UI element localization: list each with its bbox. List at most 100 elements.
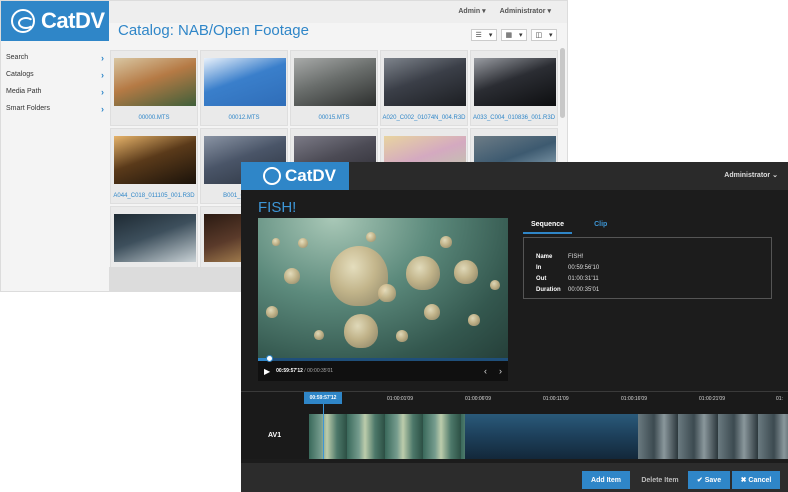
sidebar-item-label: Smart Folders: [6, 105, 50, 112]
add-item-button[interactable]: Add Item: [582, 471, 630, 489]
metadata-value: FISH!: [568, 253, 584, 260]
clip-filename[interactable]: A033_C004_010836_001.R3D: [471, 115, 557, 121]
save-button[interactable]: ✔ Save: [688, 471, 730, 489]
video-frame[interactable]: [258, 218, 508, 358]
jellyfish: [266, 306, 278, 318]
list-view-button[interactable]: ☰ ▾: [471, 29, 497, 41]
chevron-right-icon: ›: [101, 52, 104, 63]
video-player: ▶ 00:59:57'12 / 00:00:35'01 ‹ ›: [258, 218, 508, 381]
close-icon: ✖: [740, 477, 747, 484]
jellyfish: [298, 238, 308, 248]
save-label: Save: [704, 476, 722, 484]
tab-clip[interactable]: Clip: [590, 218, 611, 234]
metadata-row: Out 01:00:31'11: [536, 273, 771, 284]
clip-tile[interactable]: A044_C018_011105_001.R3D: [110, 128, 198, 204]
tab-sequence[interactable]: Sequence: [523, 218, 573, 234]
admin-menu-label: Admin: [458, 8, 481, 15]
track-label: AV1: [268, 432, 282, 439]
catalog-scrollbar[interactable]: [560, 48, 565, 118]
sidebar-item-label: Search: [6, 54, 29, 61]
catalog-logo[interactable]: CatDV: [1, 1, 109, 41]
timeline-clip[interactable]: [465, 414, 638, 459]
catdv-logo-icon: [11, 9, 35, 33]
cancel-button[interactable]: ✖ Cancel: [732, 471, 780, 489]
catalog-sidebar: Search › Catalogs › Media Path › Smart F…: [1, 49, 109, 117]
sidebar-item-search[interactable]: Search ›: [1, 49, 109, 66]
chevron-down-icon: ▾: [549, 32, 553, 39]
editor-logo[interactable]: CatDV: [241, 162, 349, 190]
timeline-clip[interactable]: [638, 414, 788, 459]
list-view-icon: ☰: [475, 32, 482, 39]
clip-thumbnail: [294, 58, 376, 106]
player-controls: ▶ 00:59:57'12 / 00:00:35'01 ‹ ›: [258, 361, 508, 381]
sidebar-item-smart-folders[interactable]: Smart Folders ›: [1, 100, 109, 117]
jellyfish: [424, 304, 440, 320]
timeline-tick-label: 01:00:06'09: [465, 396, 491, 402]
delete-item-button[interactable]: Delete Item: [637, 471, 683, 489]
clip-tile[interactable]: 00000.MTS: [110, 50, 198, 126]
clip-thumbnail: [474, 58, 556, 106]
chevron-down-icon: ▾: [519, 32, 523, 39]
chevron-right-icon: ›: [101, 86, 104, 97]
jellyfish: [366, 232, 376, 242]
clip-tile[interactable]: A033_C004_010836_001.R3D: [470, 50, 558, 126]
clip-filename[interactable]: 00000.MTS: [111, 115, 197, 121]
admin-menu[interactable]: Admin ▾: [458, 7, 485, 15]
clip-thumbnail: [114, 136, 196, 184]
metadata-value: 00:00:35'01: [568, 286, 600, 293]
catalog-logo-text: CatDV: [41, 8, 105, 33]
previous-frame-icon[interactable]: ‹: [484, 366, 487, 376]
editor-window: CatDV Administrator ⌄ FISH! ▶ 00:59:57'1…: [241, 162, 788, 492]
jellyfish: [406, 256, 440, 290]
editor-footer: Add Item Delete Item ✔ Save ✖ Cancel: [241, 463, 788, 492]
metadata-row: In 00:59:56'10: [536, 262, 771, 273]
metadata-value: 01:00:31'11: [568, 275, 599, 282]
editor-user-menu[interactable]: Administrator ⌄: [724, 171, 778, 179]
administrator-menu-label: Administrator: [499, 8, 546, 15]
panel-view-icon: ◫: [535, 32, 543, 39]
chevron-down-icon: ⌄: [772, 172, 778, 179]
timeline-tick-label: 01:: [776, 396, 783, 402]
jellyfish: [378, 284, 396, 302]
clip-filename[interactable]: A020_C002_01074N_004.R3D: [381, 115, 467, 121]
metadata-key: In: [536, 264, 542, 271]
playhead[interactable]: [323, 404, 324, 459]
next-frame-icon[interactable]: ›: [499, 366, 502, 376]
sidebar-item-catalogs[interactable]: Catalogs ›: [1, 66, 109, 83]
panel-view-button[interactable]: ◫ ▾: [531, 29, 557, 41]
catalog-user-menu: Admin ▾ Administrator ▾: [458, 7, 551, 15]
clip-tile[interactable]: 00015.MTS: [290, 50, 378, 126]
administrator-menu[interactable]: Administrator ▾: [500, 7, 551, 15]
play-icon[interactable]: ▶: [264, 367, 270, 376]
clip-thumbnail: [114, 214, 196, 262]
jellyfish: [396, 330, 408, 342]
cancel-label: Cancel: [748, 476, 772, 484]
jellyfish: [314, 330, 324, 340]
metadata-panel: Name FISH! In 00:59:56'10 Out 01:00:31'11 Dura…: [523, 237, 772, 299]
clip-tile[interactable]: 00012.MTS: [200, 50, 288, 126]
jellyfish: [440, 236, 452, 248]
clip-thumbnail: [204, 58, 286, 106]
metadata-key: Out: [536, 275, 547, 282]
chevron-right-icon: ›: [101, 69, 104, 80]
grid-view-icon: ▦: [505, 32, 513, 39]
sidebar-item-media-path[interactable]: Media Path ›: [1, 83, 109, 100]
clip-tile[interactable]: A020_C002_01074N_004.R3D: [380, 50, 468, 126]
clip-filename[interactable]: 00012.MTS: [201, 115, 287, 121]
catalog-topbar: Admin ▾ Administrator ▾: [109, 1, 567, 23]
jellyfish: [490, 280, 500, 290]
timeline-tick-label: 01:00:16'09: [621, 396, 647, 402]
clip-thumbnail: [114, 58, 196, 106]
jellyfish: [468, 314, 480, 326]
clip-title: FISH!: [258, 199, 297, 216]
editor-logo-text: CatDV: [285, 166, 337, 185]
playhead-timecode[interactable]: 00:59:57'12: [304, 392, 342, 404]
timeline-clip[interactable]: [309, 414, 465, 459]
chevron-right-icon: ›: [101, 103, 104, 114]
metadata-row: Name FISH!: [536, 251, 771, 262]
clip-filename[interactable]: 00015.MTS: [291, 115, 377, 121]
metadata-value: 00:59:56'10: [568, 264, 600, 271]
metadata-row: Duration 00:00:35'01: [536, 284, 771, 295]
clip-filename[interactable]: A044_C018_011105_001.R3D: [111, 193, 197, 199]
grid-view-button[interactable]: ▦ ▾: [501, 29, 527, 41]
